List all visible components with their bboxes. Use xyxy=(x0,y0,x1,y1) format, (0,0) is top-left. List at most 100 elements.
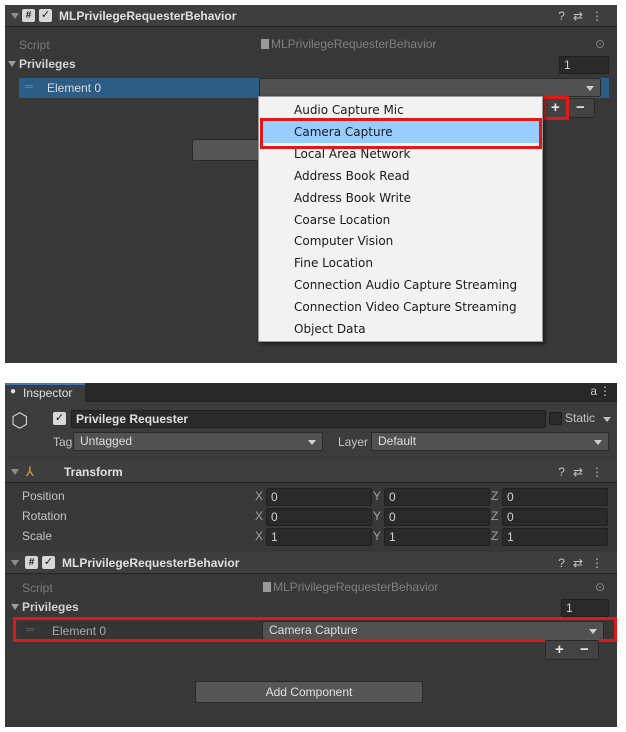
foldout-arrow-icon[interactable] xyxy=(11,13,19,19)
menu-item[interactable]: Address Book Read xyxy=(260,165,541,187)
element-row[interactable]: ═ Element 0 xyxy=(19,78,609,98)
gameobject-active-checkbox[interactable]: ✓ xyxy=(53,412,66,425)
help-icon[interactable]: ? xyxy=(558,9,573,23)
privileges-count-field[interactable]: 1 xyxy=(561,599,609,617)
settings-icon[interactable]: ⇄ xyxy=(573,465,591,479)
tag-value: Untagged xyxy=(80,434,133,448)
script-label: Script xyxy=(19,38,50,52)
axis-z-label: Z xyxy=(491,509,499,523)
transform-scale-y-field[interactable]: 1 xyxy=(384,528,490,546)
transform-rotation-z-field[interactable]: 0 xyxy=(502,508,608,526)
gameobject-name-field[interactable]: Privilege Requester xyxy=(71,410,546,428)
minus-button[interactable]: − xyxy=(580,642,589,658)
inspector-tab-label: Inspector xyxy=(23,386,73,400)
axis-x-label: X xyxy=(255,529,264,543)
gameobject-header: ⬡ ✓ Privilege Requester Static Tag Untag… xyxy=(5,402,617,467)
info-icon: ● xyxy=(10,386,17,397)
axis-y-label: Y xyxy=(373,489,382,503)
menu-item[interactable]: Local Area Network xyxy=(260,143,541,165)
inspector-tab[interactable]: ● Inspector xyxy=(5,383,85,402)
transform-position-y-field[interactable]: 0 xyxy=(384,488,490,506)
tag-dropdown[interactable]: Untagged xyxy=(73,432,323,451)
layer-value: Default xyxy=(378,434,417,448)
script-hash-icon: # xyxy=(25,556,38,569)
transform-scale-z-field[interactable]: 1 xyxy=(502,528,608,546)
transform-header[interactable]: ⅄ Transform ?⇄⋮ xyxy=(5,461,617,483)
axis-z-label: Z xyxy=(491,489,499,503)
menu-item[interactable]: Camera Capture xyxy=(260,120,541,143)
transform-rotation-x-field[interactable]: 0 xyxy=(266,508,372,526)
axis-x-label: X xyxy=(255,509,264,523)
add-remove-buttons: + − xyxy=(545,640,599,660)
element-dropdown[interactable] xyxy=(259,78,601,97)
menu-item[interactable]: Address Book Write xyxy=(260,187,541,209)
element-dropdown[interactable]: Camera Capture xyxy=(262,621,604,640)
component-enabled-checkbox[interactable]: ✓ xyxy=(39,9,52,22)
chevron-down-icon xyxy=(594,440,602,445)
transform-foldout-icon[interactable] xyxy=(11,469,19,475)
inspector-tab-bar: ● Inspector a ⋮ xyxy=(5,383,617,402)
add-component-button[interactable]: Add Component xyxy=(195,681,423,703)
settings-icon[interactable]: ⇄ xyxy=(573,9,591,23)
more-icon[interactable]: ⋮ xyxy=(591,556,611,570)
static-dropdown-icon[interactable] xyxy=(603,417,611,422)
tab-more-icon[interactable]: ⋮ xyxy=(599,384,611,398)
transform-rotation-y-field[interactable]: 0 xyxy=(384,508,490,526)
drag-handle-icon[interactable]: ═ xyxy=(25,81,33,93)
transform-position-x-field[interactable]: 0 xyxy=(266,488,372,506)
menu-item[interactable]: Connection Video Capture Streaming xyxy=(260,296,541,318)
menu-item[interactable]: Audio Capture Mic xyxy=(260,99,541,121)
chevron-down-icon xyxy=(589,629,597,634)
menu-item[interactable]: Connection Audio Capture Streaming xyxy=(260,274,541,296)
help-icon[interactable]: ? xyxy=(558,556,573,570)
script-field: MLPrivilegeRequesterBehavior ⊙ xyxy=(259,579,609,597)
privileges-foldout-icon[interactable] xyxy=(8,61,16,67)
transform-position-z-field[interactable]: 0 xyxy=(502,488,608,506)
component-enabled-checkbox[interactable]: ✓ xyxy=(42,556,55,569)
gameobject-cube-icon: ⬡ xyxy=(11,410,29,432)
transform-position-label: Position xyxy=(22,489,65,503)
transform-scale-x-field[interactable]: 1 xyxy=(266,528,372,546)
header-icons: ?⇄⋮ xyxy=(558,556,611,570)
layer-dropdown[interactable]: Default xyxy=(371,432,609,451)
menu-item[interactable]: Computer Vision xyxy=(260,230,541,252)
element-row[interactable]: ═ Element 0 Camera Capture xyxy=(20,621,609,641)
menu-item[interactable]: Coarse Location xyxy=(260,209,541,231)
component-header-bottom[interactable]: # ✓ MLPrivilegeRequesterBehavior ?⇄⋮ xyxy=(5,552,617,574)
more-icon[interactable]: ⋮ xyxy=(591,465,611,479)
script-field-value: MLPrivilegeRequesterBehavior xyxy=(271,37,437,51)
static-label[interactable]: Static xyxy=(565,411,595,425)
menu-item[interactable]: Object Data xyxy=(260,318,541,340)
transform-rotation-label: Rotation xyxy=(22,509,67,523)
plus-button[interactable]: + xyxy=(551,100,560,116)
layer-label: Layer xyxy=(338,435,369,449)
help-icon[interactable]: ? xyxy=(558,465,573,479)
object-picker-icon[interactable]: ⊙ xyxy=(595,579,605,595)
script-label: Script xyxy=(22,581,53,595)
foldout-arrow-icon[interactable] xyxy=(11,560,19,566)
minus-button[interactable]: − xyxy=(576,100,585,116)
script-file-icon xyxy=(263,582,271,592)
add-remove-buttons: + − xyxy=(543,98,595,118)
chevron-down-icon xyxy=(308,440,316,445)
component-header[interactable]: # ✓ MLPrivilegeRequesterBehavior ?⇄⋮ xyxy=(5,5,617,27)
object-picker-icon[interactable]: ⊙ xyxy=(595,36,605,52)
transform-scale-label: Scale xyxy=(22,529,53,543)
element-dropdown-value: Camera Capture xyxy=(269,623,358,637)
add-component-button-partial[interactable] xyxy=(192,139,262,161)
privileges-label: Privileges xyxy=(19,57,76,71)
menu-item[interactable]: Fine Location xyxy=(260,252,541,274)
drag-handle-icon[interactable]: ═ xyxy=(26,624,34,636)
privileges-label: Privileges xyxy=(22,600,79,614)
lock-icon[interactable]: a xyxy=(590,384,597,398)
privileges-count-field[interactable]: 1 xyxy=(559,56,609,74)
axis-z-label: Z xyxy=(491,529,499,543)
element-label: Element 0 xyxy=(52,624,107,638)
privileges-foldout-icon[interactable] xyxy=(11,604,19,610)
static-checkbox[interactable] xyxy=(549,412,562,425)
more-icon[interactable]: ⋮ xyxy=(591,9,611,23)
settings-icon[interactable]: ⇄ xyxy=(573,556,591,570)
plus-button[interactable]: + xyxy=(555,642,564,658)
axis-x-label: X xyxy=(255,489,264,503)
axis-y-label: Y xyxy=(373,509,382,523)
